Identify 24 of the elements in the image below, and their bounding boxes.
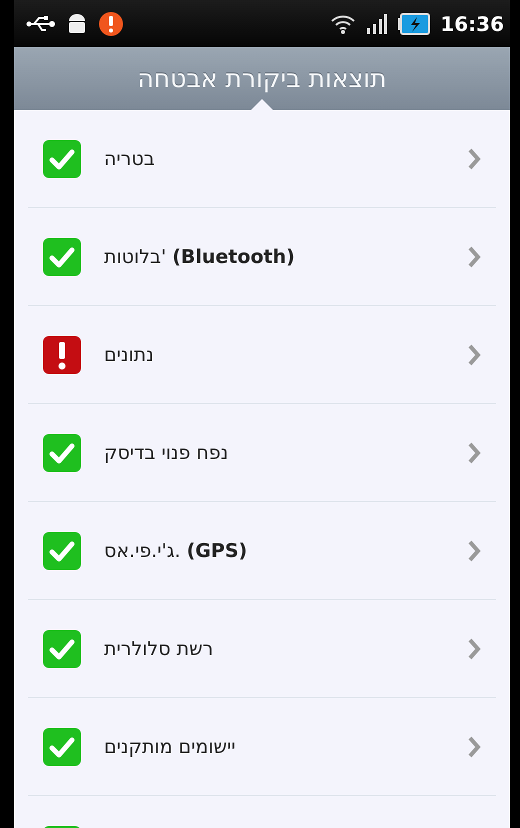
clock: 16:36 — [440, 12, 504, 36]
list-item[interactable]: בטריה — [28, 110, 496, 208]
chevron-right-icon — [466, 244, 482, 268]
alert-icon — [98, 10, 124, 36]
battery-charging-icon — [398, 12, 430, 34]
item-label: רשת סלולרית — [104, 638, 214, 660]
chevron-right-icon — [466, 538, 482, 562]
list-item[interactable]: יישומים מותקנים — [28, 698, 496, 796]
page-title: תוצאות ביקורת אבטחה — [137, 64, 387, 93]
item-label: נפח פנוי בדיסק — [104, 442, 230, 464]
list-item[interactable]: נפח פנוי בדיסק — [28, 404, 496, 502]
chevron-right-icon — [466, 636, 482, 660]
usb-icon — [26, 14, 56, 34]
signal-icon — [366, 12, 388, 34]
item-label: נתונים — [104, 344, 155, 366]
item-label: בטריה — [104, 148, 156, 170]
list-item[interactable]: רשת סלולרית — [28, 600, 496, 698]
wifi-icon — [330, 12, 356, 34]
chevron-right-icon — [466, 440, 482, 464]
item-label: יישומים מותקנים — [104, 736, 236, 758]
chevron-right-icon — [466, 342, 482, 366]
chevron-right-icon — [466, 146, 482, 170]
chevron-right-icon — [466, 734, 482, 758]
list-item[interactable]: נתונים — [28, 306, 496, 404]
